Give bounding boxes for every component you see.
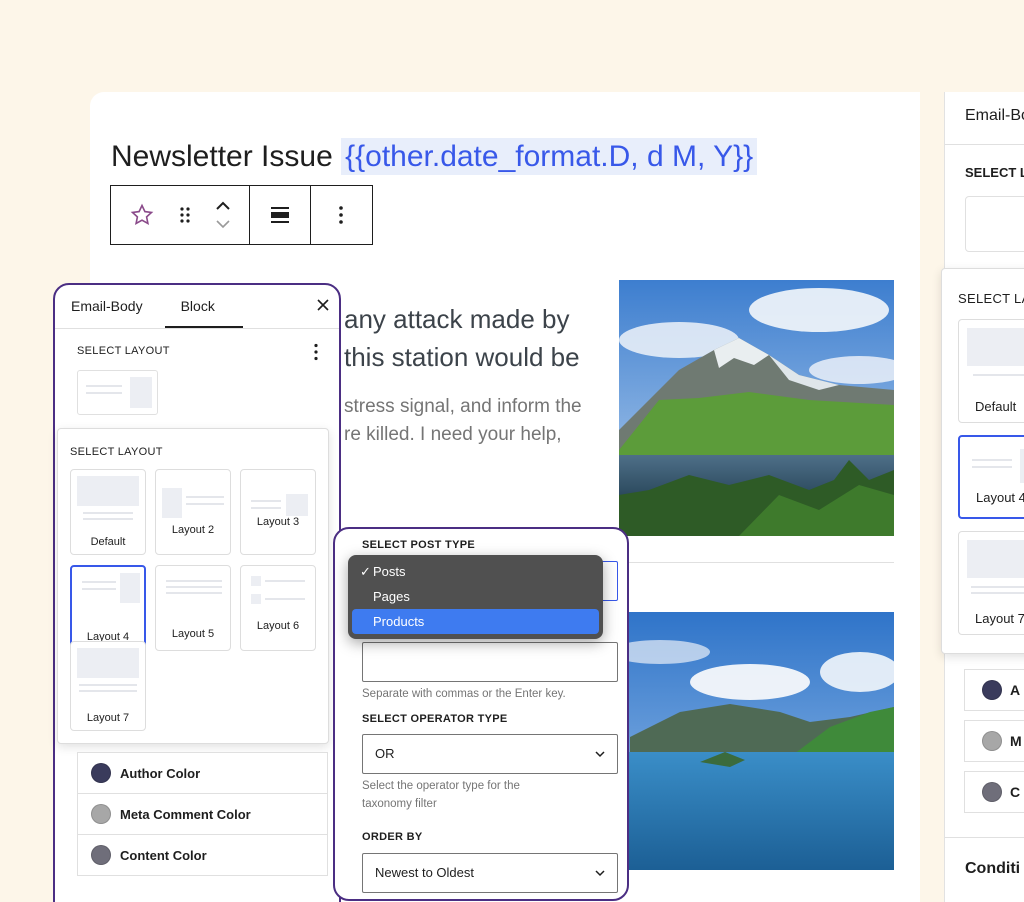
right-layout-7[interactable]: Layout 7 xyxy=(958,531,1024,635)
post-type-label: SELECT POST TYPE xyxy=(362,539,475,551)
right-layout-popover: SELECT LA Default Layout 4 Layout 7 xyxy=(941,268,1024,654)
layout-label: Layout 3 xyxy=(256,516,300,528)
right-layout-default[interactable]: Default xyxy=(958,319,1024,423)
layout-option-default[interactable]: Default xyxy=(70,469,146,555)
layout-label: Layout 5 xyxy=(171,628,215,640)
tab-block[interactable]: Block xyxy=(164,285,243,328)
star-icon[interactable] xyxy=(111,186,173,244)
excerpt-line: stress signal, and inform the xyxy=(344,396,582,417)
right-panel-footer[interactable]: Conditi xyxy=(965,860,1020,878)
color-swatch[interactable] xyxy=(982,782,1002,802)
heading-line: any attack made by xyxy=(344,304,570,334)
operator-value: OR xyxy=(375,746,395,761)
layout-option-7[interactable]: Layout 7 xyxy=(70,641,146,731)
move-up-icon[interactable] xyxy=(215,200,231,212)
color-label: A xyxy=(1010,682,1021,698)
color-label: C xyxy=(1010,784,1021,800)
fjord-image[interactable] xyxy=(610,612,894,870)
layout-option-3[interactable]: Layout 3 xyxy=(240,469,316,555)
right-popover-label: SELECT LA xyxy=(958,291,1024,306)
color-content[interactable]: Content Color xyxy=(77,834,328,876)
order-value: Newest to Oldest xyxy=(375,865,474,880)
chevron-down-icon xyxy=(595,735,605,773)
more-options-icon[interactable] xyxy=(311,186,371,244)
right-panel-tab[interactable]: Email-Bo xyxy=(965,107,1024,125)
divider xyxy=(619,562,894,563)
heading-line: this station would be xyxy=(344,342,580,372)
excerpt-line: re killed. I need your help, xyxy=(344,424,562,445)
color-swatch[interactable] xyxy=(982,680,1002,700)
inspector-tabs: Email-Body Block xyxy=(55,285,339,329)
right-color-row[interactable]: M xyxy=(964,720,1024,762)
layout-label: Layout 2 xyxy=(171,524,215,536)
right-panel-section-label: SELECT L xyxy=(965,165,1024,180)
operator-select[interactable]: OR xyxy=(362,734,618,774)
right-color-row[interactable]: A xyxy=(964,669,1024,711)
right-layout-4[interactable]: Layout 4 xyxy=(958,435,1024,519)
title-merge-tag[interactable]: {{other.date_format.D, d M, Y}} xyxy=(341,138,758,175)
move-down-icon[interactable] xyxy=(215,218,231,230)
color-label: M xyxy=(1010,733,1022,749)
operator-label: SELECT OPERATOR TYPE xyxy=(362,713,508,725)
layout-label: Default xyxy=(90,536,126,548)
post-type-dropdown: ✓ Posts Pages Products xyxy=(348,555,603,639)
color-label: Meta Comment Color xyxy=(120,806,251,822)
right-layout-thumb[interactable] xyxy=(965,196,1024,252)
color-swatch[interactable] xyxy=(982,731,1002,751)
section-label: SELECT LAYOUT xyxy=(77,345,170,357)
drag-handle-icon[interactable] xyxy=(173,186,197,244)
color-label: Author Color xyxy=(120,765,201,781)
mountain-image[interactable] xyxy=(619,280,894,536)
help-line: taxonomy filter xyxy=(362,798,437,810)
layout-option-5[interactable]: Layout 5 xyxy=(155,565,231,651)
order-select[interactable]: Newest to Oldest xyxy=(362,853,618,893)
title-prefix: Newsletter Issue xyxy=(111,140,333,173)
layout-label: Default xyxy=(975,399,1017,414)
section-more-icon[interactable] xyxy=(313,343,319,366)
checkmark-icon: ✓ xyxy=(360,564,371,579)
operator-help: Select the operator type for the taxonom… xyxy=(362,777,520,813)
layout-label: Layout 6 xyxy=(256,620,300,632)
chevron-down-icon xyxy=(595,854,605,892)
option-label: Posts xyxy=(373,564,406,579)
order-label: ORDER BY xyxy=(362,831,423,843)
color-author[interactable]: Author Color xyxy=(77,752,328,794)
block-toolbar xyxy=(110,185,373,245)
post-heading[interactable]: any attack made by this station would be xyxy=(344,300,580,376)
author-color-swatch[interactable] xyxy=(91,763,111,783)
help-line: Select the operator type for the xyxy=(362,780,520,792)
option-label: Products xyxy=(373,614,425,629)
tags-input[interactable] xyxy=(362,642,618,682)
tags-help: Separate with commas or the Enter key. xyxy=(362,688,566,700)
meta-comment-color-swatch[interactable] xyxy=(91,804,111,824)
popover-label: SELECT LAYOUT xyxy=(70,446,163,458)
content-color-swatch[interactable] xyxy=(91,845,111,865)
layout-label: Layout 7 xyxy=(975,611,1024,626)
current-layout-thumb[interactable] xyxy=(77,370,158,415)
page-title[interactable]: Newsletter Issue {{other.date_format.D, … xyxy=(111,138,758,175)
layout-label: Layout 7 xyxy=(86,712,130,724)
tab-email-body[interactable]: Email-Body xyxy=(55,285,159,328)
option-products[interactable]: Products xyxy=(352,609,599,634)
layout-option-2[interactable]: Layout 2 xyxy=(155,469,231,555)
layout-option-4[interactable]: Layout 4 xyxy=(70,565,146,651)
option-posts[interactable]: ✓ Posts xyxy=(352,559,599,584)
option-pages[interactable]: Pages xyxy=(352,584,599,609)
close-icon[interactable] xyxy=(317,295,329,316)
color-label: Content Color xyxy=(120,847,207,863)
move-up-down-icon[interactable] xyxy=(197,186,249,244)
layout-option-6[interactable]: Layout 6 xyxy=(240,565,316,651)
option-label: Pages xyxy=(373,589,410,604)
align-icon[interactable] xyxy=(250,186,310,244)
post-excerpt[interactable]: stress signal, and inform the re killed.… xyxy=(344,393,582,449)
color-meta-comment[interactable]: Meta Comment Color xyxy=(77,793,328,835)
layout-picker-popover: SELECT LAYOUT Default Layout 2 Layout 3 … xyxy=(57,428,329,744)
right-color-row[interactable]: C xyxy=(964,771,1024,813)
layout-label: Layout 4 xyxy=(976,490,1024,505)
